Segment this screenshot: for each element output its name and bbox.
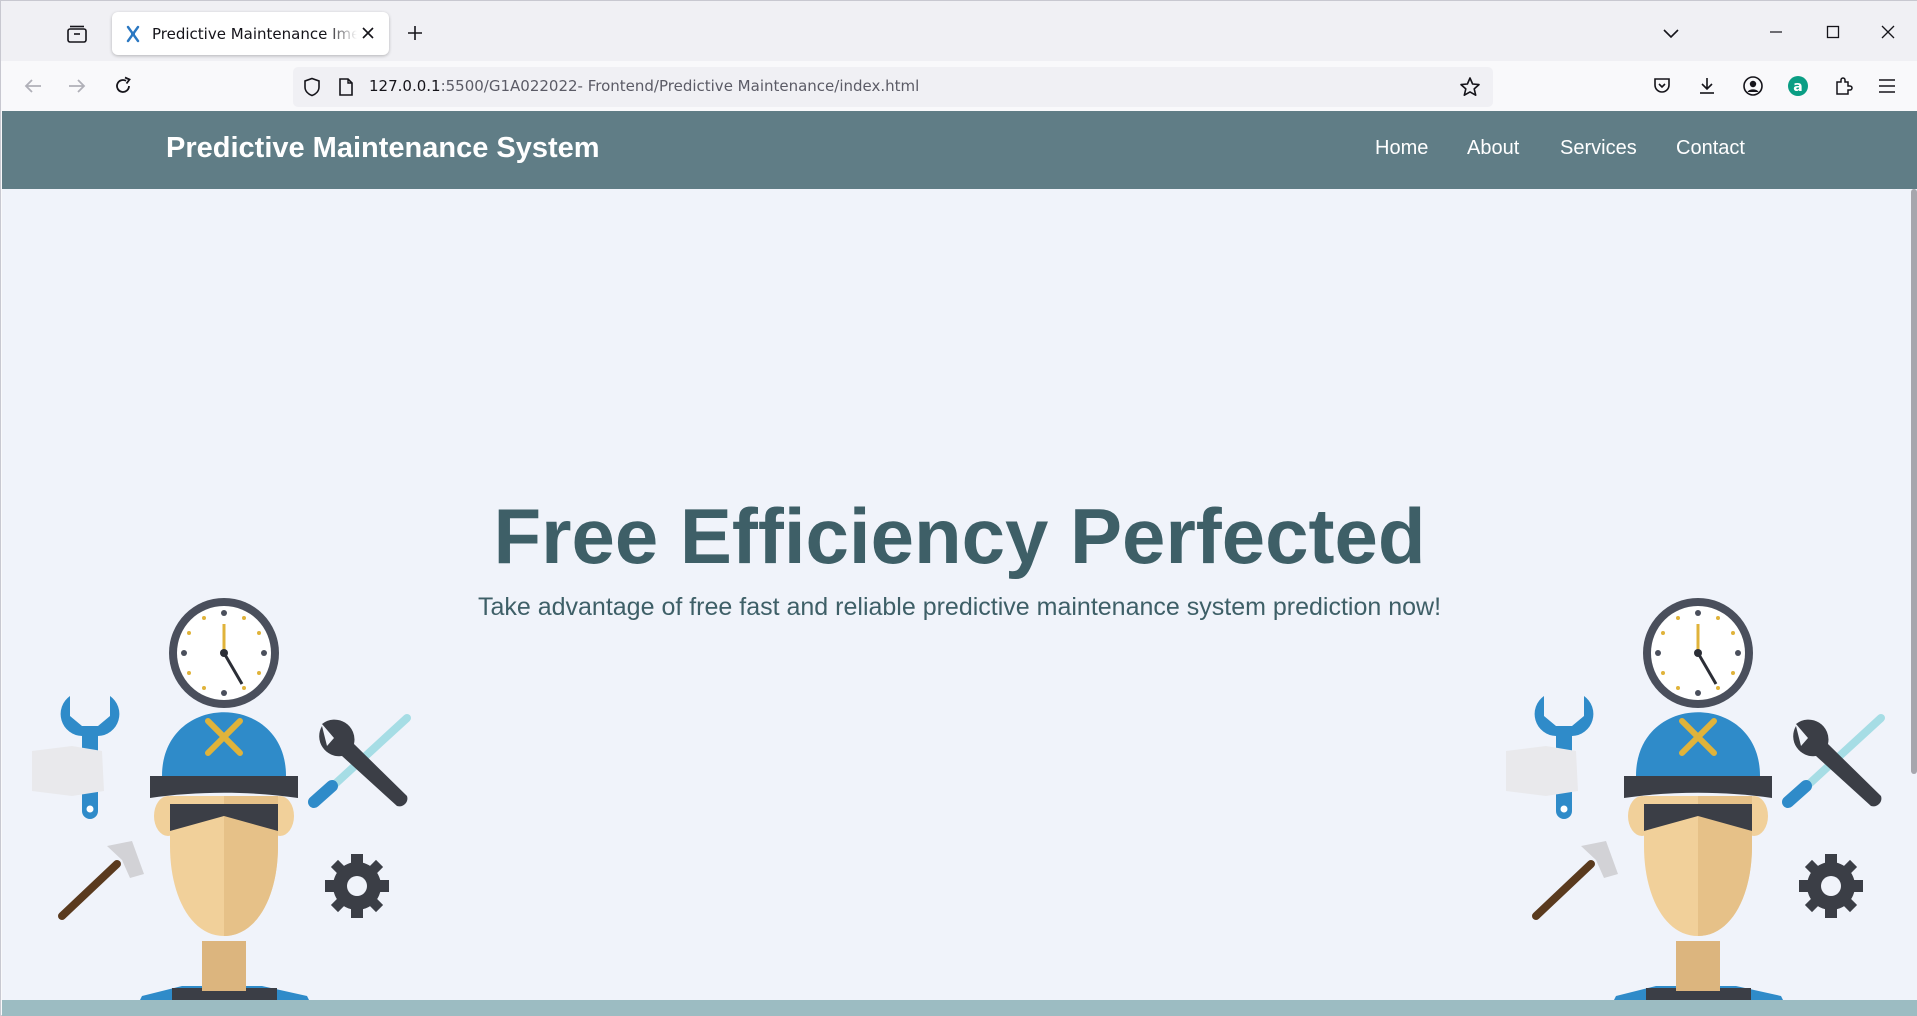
- hammer-icon: [58, 841, 144, 920]
- wrench-screwdriver-icon: [1782, 714, 1885, 808]
- pocket-icon[interactable]: [1649, 73, 1675, 99]
- close-window-icon[interactable]: [1871, 15, 1905, 49]
- maximize-icon[interactable]: [1816, 15, 1850, 49]
- page-icon[interactable]: [335, 76, 357, 98]
- nav-link-home[interactable]: Home: [1375, 137, 1428, 160]
- wrench-icon: [1506, 696, 1594, 819]
- nav-link-services[interactable]: Services: [1560, 137, 1637, 160]
- tab-title: Predictive Maintenance Imelda: [152, 24, 357, 43]
- new-tab-icon[interactable]: [401, 19, 429, 47]
- download-icon[interactable]: [1694, 73, 1720, 99]
- url-text[interactable]: 127.0.0.1:5500/G1A022022- Frontend/Predi…: [369, 77, 919, 95]
- minimize-icon[interactable]: [1759, 15, 1793, 49]
- mechanic-illustration-left: [32, 598, 411, 1016]
- hero-subtitle: Take advantage of free fast and reliable…: [477, 593, 1442, 621]
- footer-strip: [2, 1000, 1917, 1016]
- hero-title: Free Efficiency Perfected: [493, 492, 1426, 580]
- svg-text:a: a: [1793, 79, 1802, 95]
- chevron-down-icon[interactable]: [1657, 19, 1685, 47]
- menu-icon[interactable]: [1874, 73, 1900, 99]
- navigation-toolbar: 127.0.0.1:5500/G1A022022- Frontend/Predi…: [1, 61, 1917, 111]
- favicon-icon: [124, 25, 142, 43]
- url-host: 127.0.0.1: [369, 77, 441, 95]
- wrench-icon: [32, 696, 120, 819]
- account-icon[interactable]: [1740, 73, 1766, 99]
- wrench-screwdriver-icon: [308, 714, 411, 808]
- nav-link-about[interactable]: About: [1467, 137, 1519, 160]
- hammer-icon: [1532, 841, 1618, 920]
- extensions-icon[interactable]: [1830, 73, 1856, 99]
- page-viewport: Predictive Maintenance System Home About…: [2, 111, 1917, 1016]
- nav-link-contact[interactable]: Contact: [1676, 137, 1745, 160]
- forward-icon[interactable]: [62, 71, 92, 101]
- tab-overview-icon[interactable]: [59, 19, 95, 49]
- browser-window: Predictive Maintenance Imelda: [0, 0, 1917, 1016]
- close-tab-icon[interactable]: [357, 22, 379, 44]
- mechanic-figure: [132, 712, 317, 1016]
- tab-strip: Predictive Maintenance Imelda: [1, 1, 1917, 61]
- site-brand[interactable]: Predictive Maintenance System: [166, 132, 600, 165]
- url-path: :5500/G1A022022- Frontend/Predictive Mai…: [440, 77, 920, 95]
- shield-icon[interactable]: [301, 76, 323, 98]
- back-icon[interactable]: [18, 71, 48, 101]
- star-icon[interactable]: [1459, 76, 1481, 98]
- extension-a-icon[interactable]: a: [1785, 73, 1811, 99]
- mechanic-figure: [1606, 712, 1791, 1016]
- gear-icon: [1799, 854, 1863, 918]
- reload-icon[interactable]: [108, 71, 138, 101]
- gear-icon: [325, 854, 389, 918]
- active-tab[interactable]: Predictive Maintenance Imelda: [112, 12, 389, 55]
- site-header: Predictive Maintenance System Home About…: [2, 111, 1917, 189]
- address-bar[interactable]: 127.0.0.1:5500/G1A022022- Frontend/Predi…: [293, 67, 1493, 107]
- mechanic-illustration-right: [1506, 598, 1885, 1016]
